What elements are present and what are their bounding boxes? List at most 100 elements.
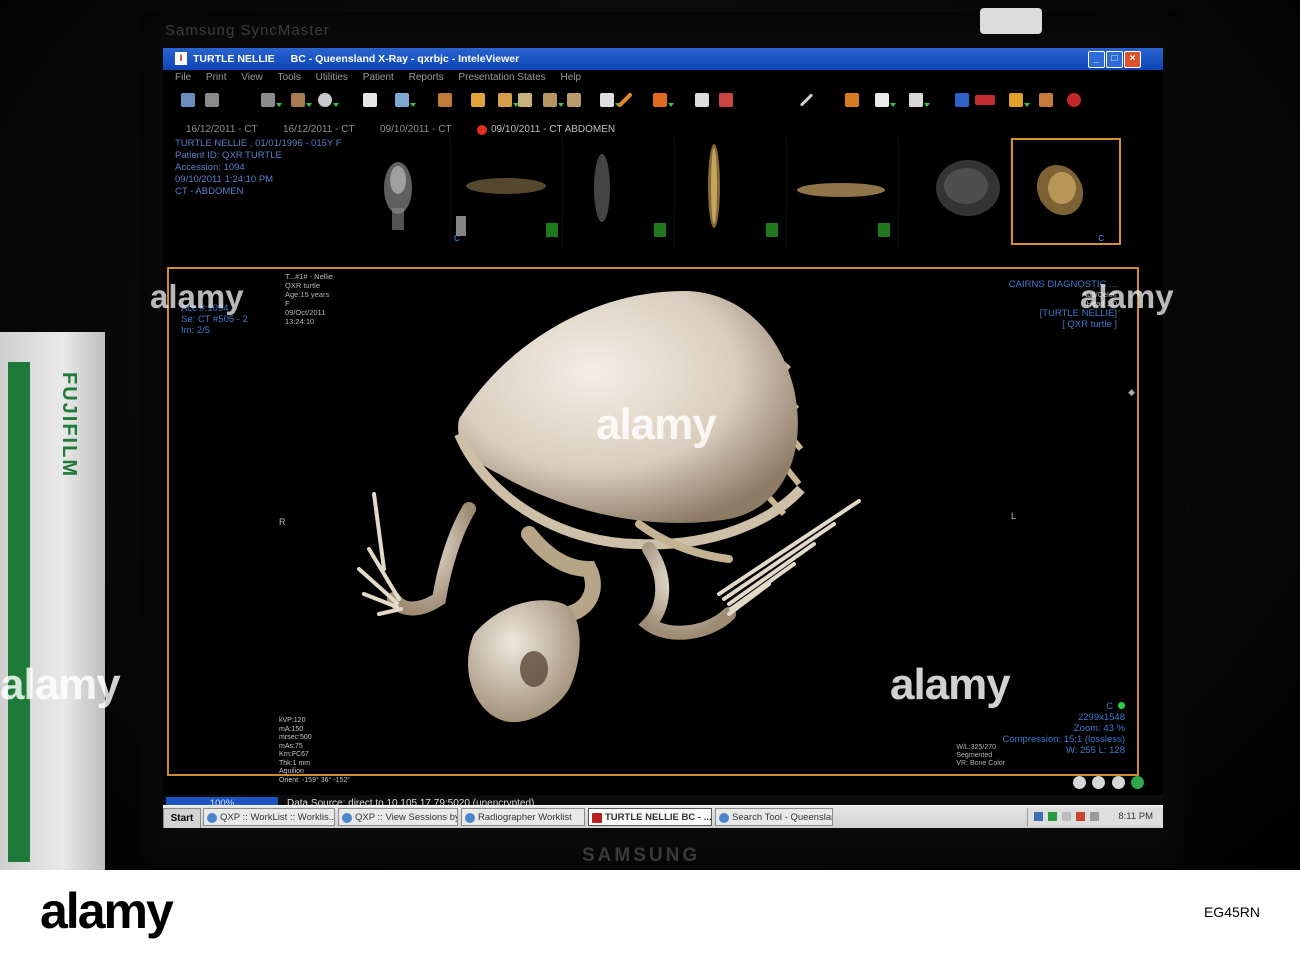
study-tab-1[interactable]: 16/12/2011 - CT (186, 124, 258, 135)
overlay-zoom: Zoom: 43 % (1073, 723, 1125, 734)
save-icon[interactable] (205, 93, 219, 107)
tray-alert-icon[interactable] (1076, 812, 1085, 821)
taskbar-item-inteleviewer[interactable]: TURTLE NELLIE BC - ... (588, 808, 712, 826)
tray-display-icon[interactable] (1090, 812, 1099, 821)
close-button[interactable]: × (1124, 51, 1141, 68)
mpr-tool-icon[interactable] (845, 93, 859, 107)
link-icon[interactable] (1009, 93, 1030, 107)
layout-tool-icon[interactable] (261, 93, 282, 107)
menu-reports[interactable]: Reports (409, 72, 444, 83)
compare-icon[interactable] (1039, 93, 1053, 107)
inteleviewer-icon (592, 813, 602, 823)
thumb-shell-image (936, 160, 1000, 216)
overlay-qxr-bracket: [ QXR turtle ] (1062, 319, 1117, 330)
start-button[interactable]: Start (163, 808, 201, 828)
pan-tool-icon[interactable] (291, 93, 312, 107)
toolbar (163, 87, 1163, 117)
angle-tool-icon[interactable] (498, 93, 519, 107)
flag-icon[interactable] (975, 95, 995, 105)
crosshair-tool-icon[interactable] (471, 93, 485, 107)
study-tab-4[interactable]: 09/10/2011 - CT ABDOMEN (491, 124, 615, 135)
taskbar-item-worklist[interactable]: QXP :: WorkList :: Worklis... (203, 808, 335, 826)
study-tab-3[interactable]: 09/10/2011 - CT (380, 124, 452, 135)
taskbar-item-search-tool[interactable]: Search Tool - Queenslan... (715, 808, 833, 826)
window-title-rest: BC - Queensland X-Ray - qxrbjc - InteleV… (290, 53, 520, 65)
series-thumbnail-6[interactable] (898, 138, 1011, 246)
arrow-tool-icon[interactable] (653, 93, 674, 107)
hand-tool-icon[interactable] (363, 93, 377, 107)
overlay-compression: Compression: 15:1 (lossless) (1002, 734, 1126, 745)
acq-kernel: Krn:FC67 (279, 751, 309, 758)
watermark-5: alamy (890, 660, 1011, 709)
annotation-tool-icon[interactable] (600, 93, 621, 107)
overlay-acquisition: kVP:120 mA:150 mrsec:500 mAs:75 Krn:FC67… (279, 717, 350, 785)
orientation-left-label: L (1011, 511, 1017, 521)
overlay-window-level: W: 255 L: 128 (1066, 745, 1125, 756)
patient-info: TURTLE NELLIE , 01/01/1996 - 015Y F Pati… (175, 138, 365, 198)
thumb-spine-image (708, 144, 778, 237)
cine-next-icon[interactable] (1111, 776, 1125, 789)
menu-print[interactable]: Print (206, 72, 227, 83)
menu-presentation-states[interactable]: Presentation States (458, 72, 545, 83)
taskbar-item-view-sessions[interactable]: QXP :: View Sessions by ... (338, 808, 458, 826)
accession-line: Accession: 1094 (175, 162, 245, 173)
flip-tool-icon[interactable] (567, 93, 581, 107)
box-brand-text: FUJIFILM (58, 372, 80, 478)
thumb-coronal-image (594, 154, 666, 237)
taskbar-item-radiographer[interactable]: Radiographer Worklist (461, 808, 585, 826)
render-mode: VR: Bone Color (956, 760, 1005, 767)
bezel-model-text: Samsung SyncMaster (165, 22, 330, 39)
network-status-icon[interactable] (1131, 776, 1145, 789)
acq-ma: mA:150 (279, 725, 304, 733)
line-tool-icon[interactable] (617, 92, 633, 108)
taskbar-clock: 8:11 PM (1118, 811, 1153, 822)
overlay-detail-1: T...#1# - Nellie (285, 272, 333, 281)
windows-taskbar: Start QXP :: WorkList :: Worklis... QXP … (163, 805, 1163, 828)
reports-tool-icon[interactable] (719, 93, 733, 107)
menu-file[interactable]: File (175, 72, 191, 83)
box-stripe (8, 362, 30, 862)
series-thumbnail-3[interactable] (562, 138, 675, 246)
menu-patient[interactable]: Patient (363, 72, 394, 83)
open-study-icon[interactable] (181, 93, 195, 107)
series-thumbnail-2[interactable]: C (450, 138, 563, 246)
taskbar-item-inteleviewer-label: TURTLE NELLIE BC - ... (605, 812, 712, 823)
study-tab-2[interactable]: 16/12/2011 - CT (283, 124, 355, 135)
series-thumbnail-4[interactable] (674, 138, 787, 246)
measure-tool-icon[interactable] (518, 93, 532, 107)
contrast-tool-icon[interactable] (318, 93, 339, 107)
grid-layout-icon[interactable] (875, 93, 896, 107)
menu-help[interactable]: Help (560, 72, 581, 83)
menu-view[interactable]: View (241, 72, 263, 83)
watermark-footer: alamy EG45RN (0, 870, 1300, 955)
cine-prev-icon[interactable] (1073, 776, 1086, 789)
current-study-icon (477, 125, 487, 135)
watermark-3: alamy (596, 400, 717, 449)
maximize-button[interactable]: □ (1106, 51, 1123, 68)
tray-security-icon[interactable] (1048, 812, 1057, 821)
monitor-icon[interactable] (955, 93, 969, 107)
series-thumbnail-1[interactable] (338, 138, 451, 246)
rotate-tool-icon[interactable] (543, 93, 564, 107)
taskbar-item-worklist-label: QXP :: WorkList :: Worklis... (220, 812, 335, 823)
side-scroll-arrow-icon[interactable]: ◆ (1128, 387, 1135, 398)
minimize-button[interactable]: _ (1088, 51, 1105, 68)
stop-icon[interactable] (1067, 93, 1081, 107)
window-titlebar[interactable]: I TURTLE NELLIE BC - Queensland X-Ray - q… (163, 48, 1163, 70)
tile-layout-icon[interactable] (909, 93, 930, 107)
zoom-tool-icon[interactable] (395, 93, 416, 107)
overlay-resolution: 2299x1548 (1077, 712, 1125, 723)
pencil-tool-icon[interactable] (799, 93, 814, 107)
cine-play-icon[interactable] (1092, 776, 1106, 789)
series-thumbnail-5[interactable] (786, 138, 899, 246)
tray-network-icon[interactable] (1034, 812, 1043, 821)
menu-bar: File Print View Tools Utilities Patient … (163, 70, 1163, 86)
watermark-1: alamy (150, 278, 244, 315)
acq-scanner: Aquilion (279, 768, 304, 775)
menu-utilities[interactable]: Utilities (316, 72, 348, 83)
series-tool-icon[interactable] (695, 93, 709, 107)
tray-volume-icon[interactable] (1062, 812, 1071, 821)
menu-tools[interactable]: Tools (278, 72, 301, 83)
taskbar-item-view-sessions-label: QXP :: View Sessions by ... (355, 812, 457, 823)
crop-tool-icon[interactable] (438, 93, 452, 107)
